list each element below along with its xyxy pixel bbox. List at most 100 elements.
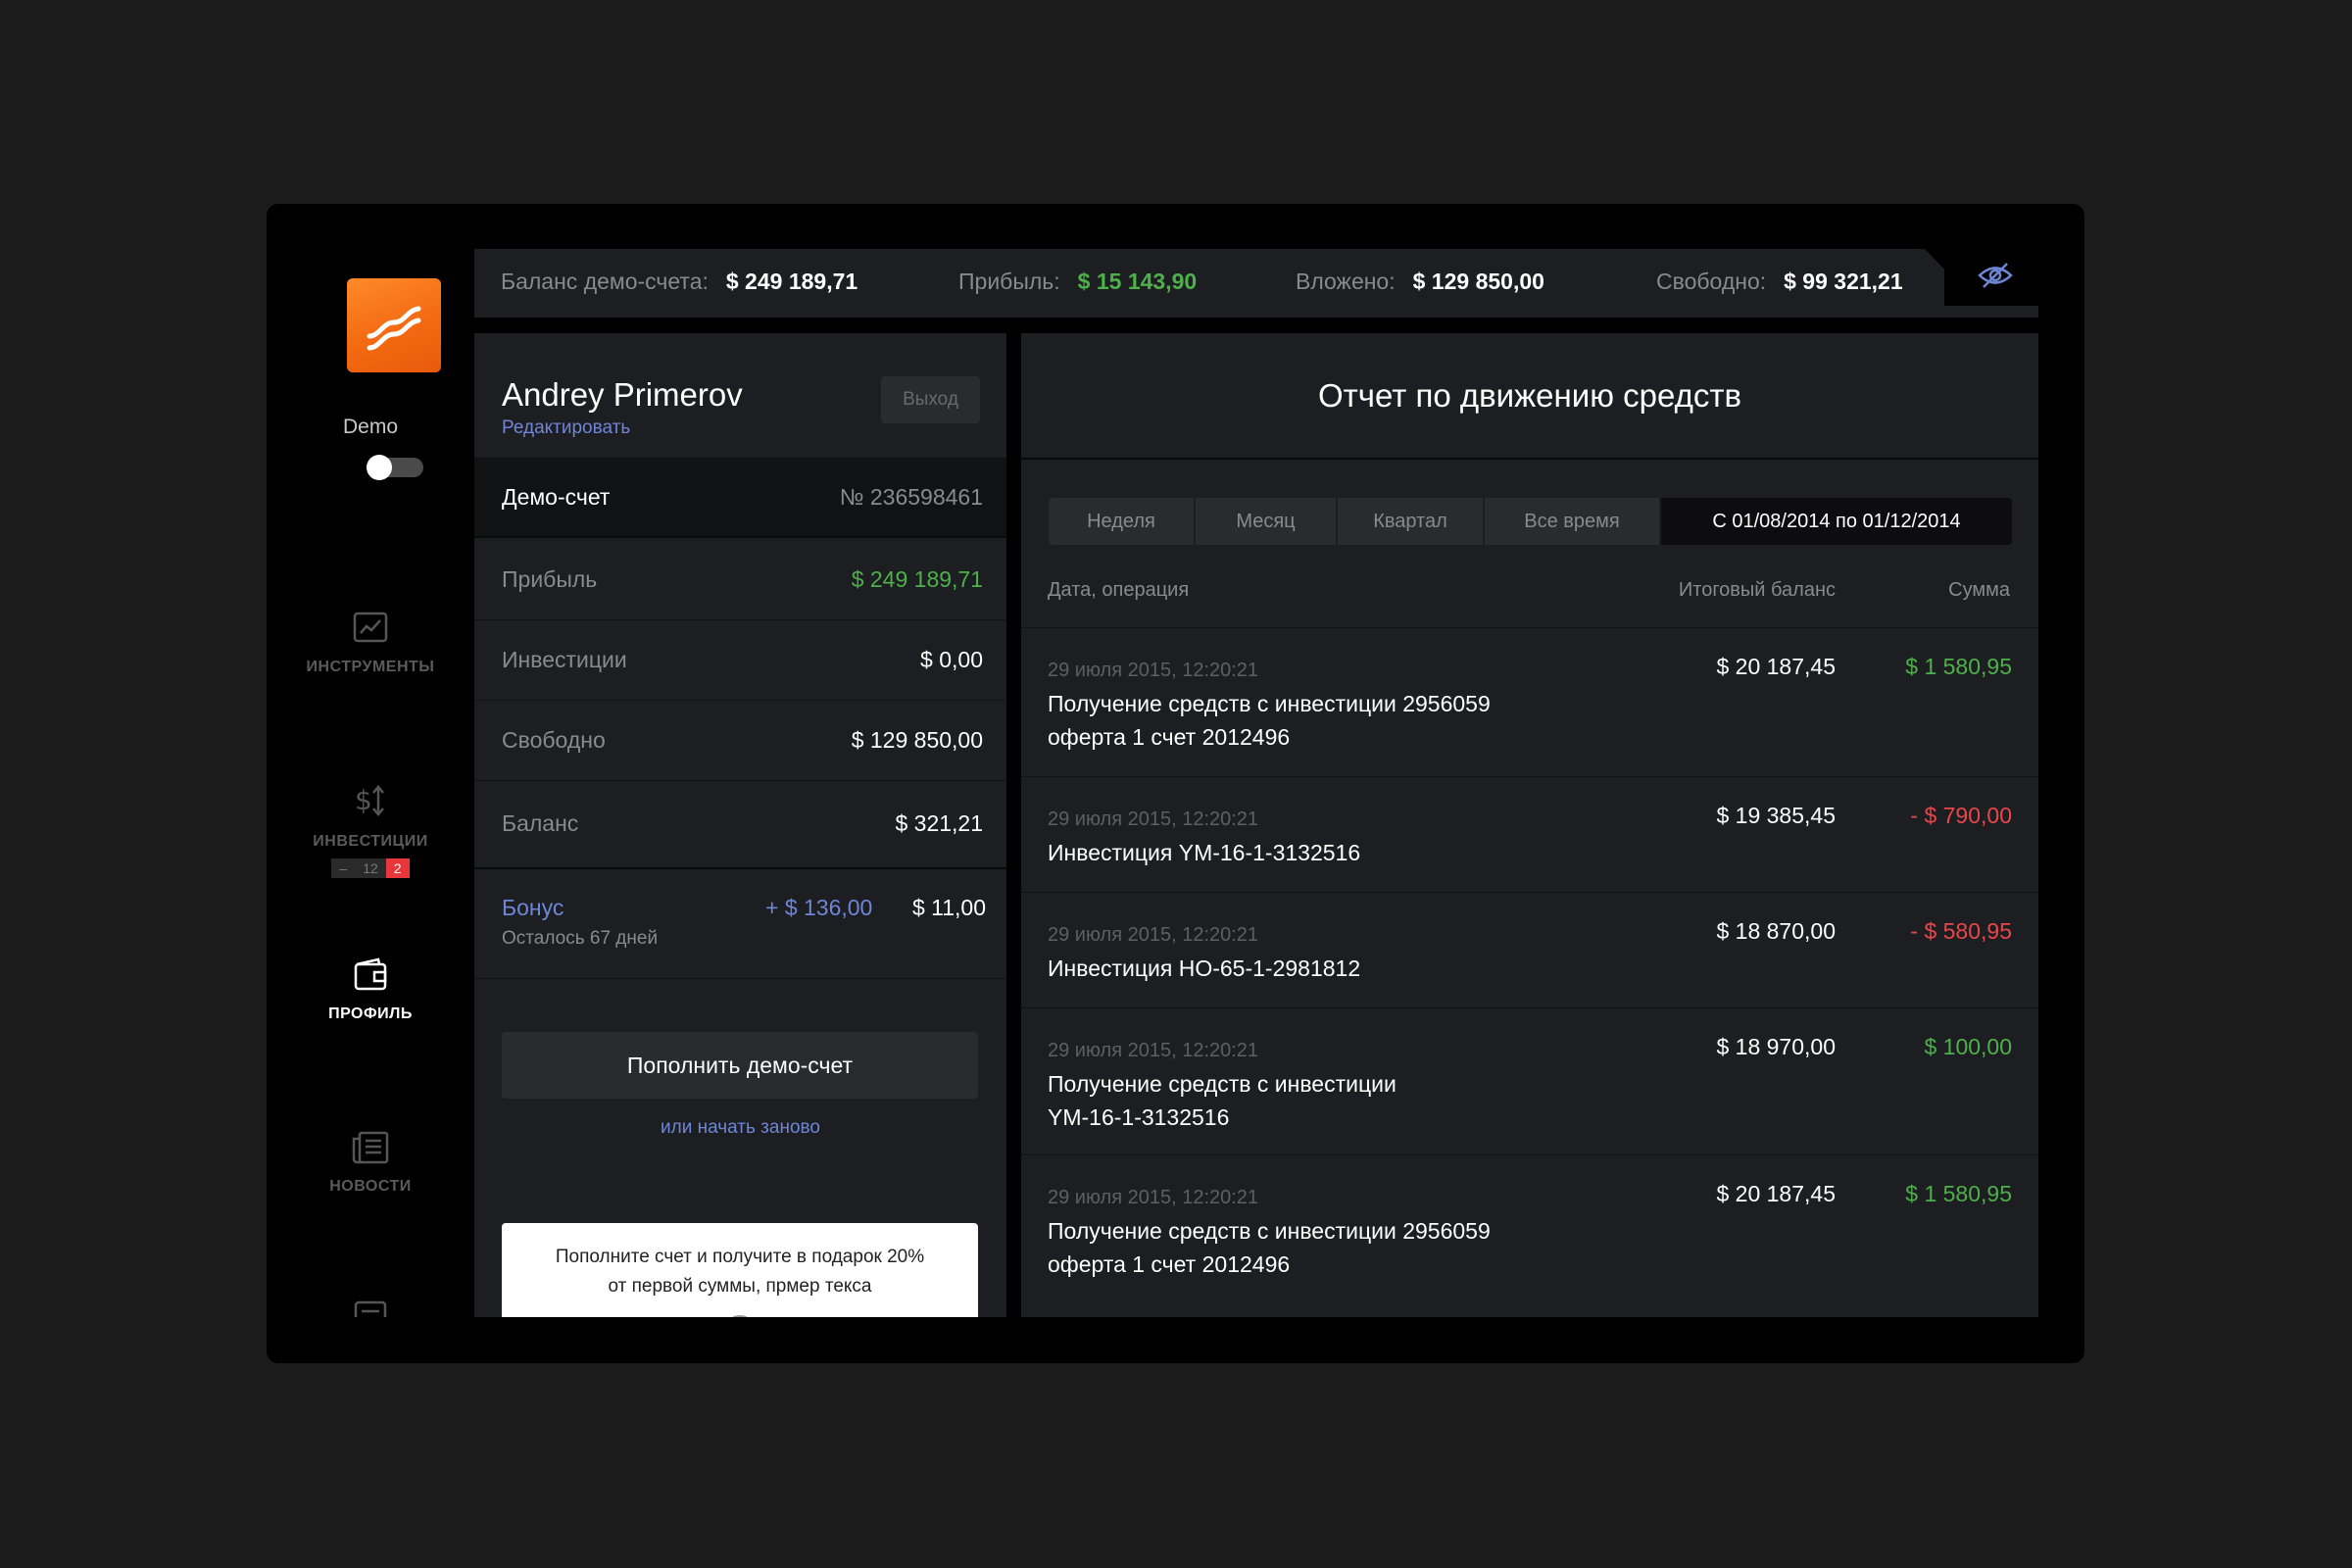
col-amount: Сумма [1948,579,2010,601]
tx-amount: - $ 790,00 [1910,803,2012,828]
tx-date: 29 июля 2015, 12:20:21 [1048,1187,1259,1208]
table-row[interactable]: 29 июля 2015, 12:20:21 Получение средств… [1021,1154,2038,1301]
edit-profile-link[interactable]: Редактировать [502,417,630,439]
nav-label: ИНВЕСТИЦИИ [313,833,428,850]
tx-balance: $ 18 870,00 [1716,918,1836,944]
tx-description: Получение средств с инвестиции YM-16-1-3… [1048,1067,1596,1134]
nav-label: ПРОФИЛЬ [328,1005,413,1022]
stat-row-profit: Прибыль $ 249 189,71 [474,540,1006,620]
tx-amount: $ 1 580,95 [1905,1181,2012,1206]
bonus-row: Бонус Осталось 67 дней + $ 136,00 $ 11,0… [474,867,1006,979]
account-label: Демо-счет [502,483,611,510]
chart-icon [353,612,388,643]
demo-toggle[interactable] [367,455,423,480]
tx-balance: $ 19 385,45 [1716,803,1836,828]
nav-item-instruments[interactable]: ИНСТРУМЕНТЫ [267,612,474,676]
demo-label: Demo [342,416,399,438]
table-row[interactable]: 29 июля 2015, 12:20:21 Инвестиция YM-16-… [1021,776,2038,892]
topbar-bottom [474,306,2038,318]
stat-row-value: $ 0,00 [920,647,983,672]
badge-count: 12 [355,858,386,878]
promo-line: Пополните счет и получите в подарок 20% [555,1247,925,1267]
tx-desc-line: оферта 1 счет 2012496 [1048,724,1291,750]
promo-info-icon [723,1315,757,1317]
bonus-plus: + $ 136,00 [765,895,873,920]
restart-link[interactable]: или начать заново [474,1117,1006,1139]
balance-bar: Баланс демо-счета: $ 249 189,71 Прибыль: $… [474,249,2038,318]
stat-profit: Прибыль: $ 15 143,90 [958,269,1197,295]
tab-custom-range[interactable]: С 01/08/2014 по 01/12/2014 [1661,498,2012,545]
dollar-exchange-icon: $ [355,784,384,816]
stat-free: Свободно: $ 99 321,21 [1656,269,1903,295]
stat-row-label: Инвестиции [502,647,627,672]
tab-quarter[interactable]: Квартал [1338,498,1485,545]
stat-row-value: $ 129 850,00 [851,727,983,753]
tx-description: Инвестиция YM-16-1-3132516 [1048,836,1596,869]
sidebar: Demo ИНСТРУМЕНТЫ $ ИНВЕСТИЦИИ – 12 2 ПРО… [267,249,474,1317]
user-header: Andrey Primerov Редактировать Выход [474,333,1006,460]
tx-amount: $ 100,00 [1924,1034,2012,1059]
tx-amount: $ 1 580,95 [1905,654,2012,679]
promo-card[interactable]: Пополните счет и получите в подарок 20% … [502,1223,978,1317]
stat-row-value: $ 249 189,71 [851,566,983,592]
table-row[interactable]: 29 июля 2015, 12:20:21 Получение средств… [1021,627,2038,776]
tx-date: 29 июля 2015, 12:20:21 [1048,808,1259,830]
nav-label: ИНСТРУМЕНТЫ [306,659,435,675]
bonus-label[interactable]: Бонус [502,895,564,921]
investment-badges: – 12 2 [267,858,474,878]
logo-icon [367,306,421,351]
stat-row-label: Баланс [502,809,579,836]
app-logo[interactable] [347,278,441,372]
promo-line: от первой суммы, прмер текса [608,1276,872,1297]
table-row[interactable]: 29 июля 2015, 12:20:21 Получение средств… [1021,1007,2038,1154]
nav-item-profile[interactable]: ПРОФИЛЬ [267,956,474,1023]
stat-value: $ 15 143,90 [1077,269,1198,294]
badge-neutral: – [331,858,356,878]
stat-row-balance: Баланс $ 321,21 [474,781,1006,865]
tx-desc-line: Получение средств с инвестиции 2956059 [1048,691,1491,716]
user-name: Andrey Primerov [502,376,743,413]
period-tabs: Неделя Месяц Квартал Все время С 01/08/2… [1049,498,2012,545]
stat-row-value: $ 321,21 [895,809,983,836]
tx-description: Получение средств с инвестиции 2956059 о… [1048,687,1596,754]
col-operation: Дата, операция [1048,579,1190,601]
tx-balance: $ 18 970,00 [1716,1034,1836,1059]
nav-label: НОВОСТИ [329,1178,412,1195]
wallet-icon [354,957,387,991]
stat-label: Вложено: [1296,269,1396,294]
stat-label: Баланс демо-счета: [501,269,709,294]
tx-desc-line: YM-16-1-3132516 [1048,1104,1230,1130]
tx-desc-line: оферта 1 счет 2012496 [1048,1251,1291,1277]
tx-desc-line: Получение средств с инвестиции [1048,1071,1396,1097]
stat-invested: Вложено: $ 129 850,00 [1296,269,1544,295]
account-number: № 236598461 [839,483,983,510]
bonus-value: $ 11,00 [911,895,986,920]
nav-item-news[interactable]: НОВОСТИ [267,1131,474,1196]
profile-panel: Andrey Primerov Редактировать Выход Демо… [474,333,1006,1317]
topup-demo-button[interactable]: Пополнить демо-счет [502,1032,978,1099]
tx-date: 29 июля 2015, 12:20:21 [1048,924,1259,946]
tab-week[interactable]: Неделя [1049,498,1196,545]
tx-date: 29 июля 2015, 12:20:21 [1048,1040,1259,1061]
tx-amount: - $ 580,95 [1910,918,2012,944]
main-screen: Баланс демо-счета: $ 249 189,71 Прибыль: $… [474,249,2038,1317]
tab-month[interactable]: Месяц [1196,498,1338,545]
table-row[interactable]: 29 июля 2015, 12:20:21 Инвестиция НО-65-… [1021,892,2038,1007]
tx-desc-line: Получение средств с инвестиции 2956059 [1048,1218,1491,1244]
tab-all-time[interactable]: Все время [1485,498,1661,545]
eye-hidden-icon[interactable] [1978,261,2013,290]
stat-row-investments: Инвестиции $ 0,00 [474,620,1006,701]
stat-value: $ 249 189,71 [725,269,858,294]
svg-text:$: $ [355,784,372,816]
nav-item-more[interactable] [267,1299,474,1317]
stat-label: Свободно: [1656,269,1767,294]
nav-item-investments[interactable]: $ ИНВЕСТИЦИИ – 12 2 [267,782,474,878]
toggle-knob [367,455,392,480]
account-row: Демо-счет № 236598461 [474,458,1006,538]
stat-value: $ 129 850,00 [1412,269,1544,294]
report-panel: Отчет по движению средств Неделя Месяц К… [1021,333,2038,1317]
stat-balance: Баланс демо-счета: $ 249 189,71 [501,269,858,295]
tx-description: Инвестиция НО-65-1-2981812 [1048,952,1596,985]
logout-button[interactable]: Выход [881,376,980,423]
tx-description: Получение средств с инвестиции 2956059 о… [1048,1214,1596,1281]
